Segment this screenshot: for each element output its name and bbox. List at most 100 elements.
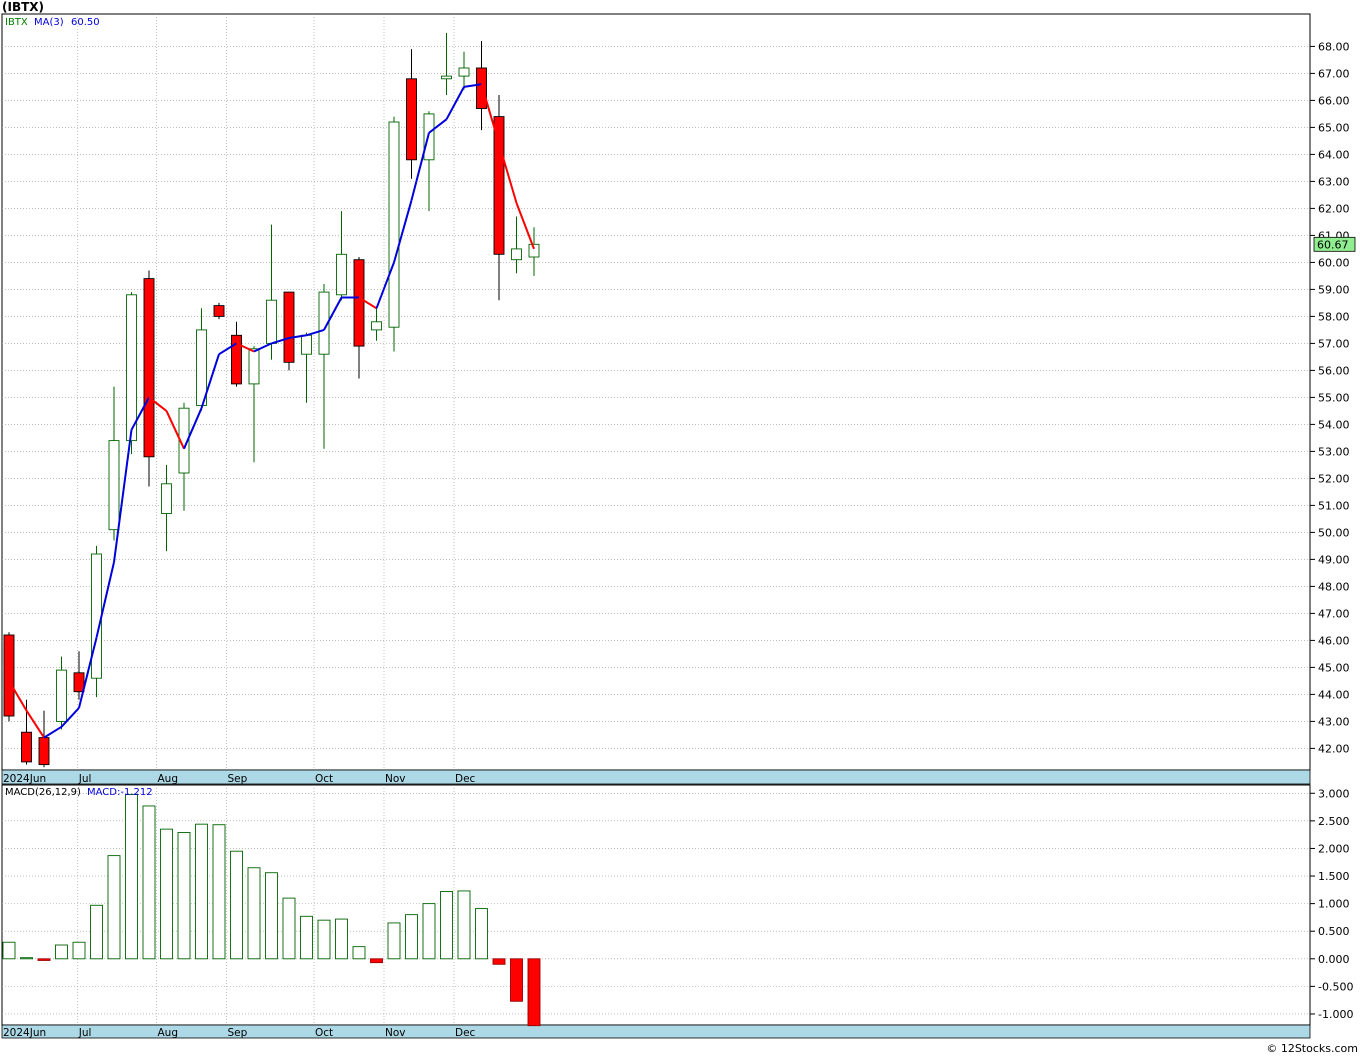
price-tick-label: 57.00	[1318, 337, 1350, 350]
price-tick-label: 60.00	[1318, 256, 1350, 269]
price-tick-label: 68.00	[1318, 40, 1350, 53]
candle-down	[353, 259, 365, 347]
candle-up	[423, 113, 435, 161]
macd-bar-positive	[125, 793, 138, 960]
macd-month-label: Sep	[228, 1027, 248, 1039]
candle-up	[458, 67, 470, 77]
price-tick-label: 56.00	[1318, 364, 1350, 377]
copyright-credit: © 12Stocks.com	[1266, 1042, 1358, 1055]
price-month-label: 2024Jun	[3, 773, 46, 785]
macd-bar-positive	[405, 914, 418, 960]
price-month-label: Dec	[455, 773, 476, 785]
macd-bar-positive	[177, 831, 191, 960]
candle-down	[3, 634, 15, 717]
macd-tick-label: 3.000	[1318, 787, 1350, 800]
candle-up	[248, 348, 260, 385]
candle-down	[143, 278, 155, 458]
candle-up	[266, 299, 277, 344]
price-tick-label: 47.00	[1318, 607, 1350, 620]
macd-tick-label: 2.000	[1318, 842, 1350, 855]
macd-date-axis	[1, 1024, 1311, 1039]
price-month-label: Oct	[315, 773, 333, 785]
macd-tick-label: 1.000	[1318, 898, 1350, 911]
macd-month-label: Nov	[385, 1027, 406, 1039]
macd-tick-label: 0.500	[1318, 925, 1350, 938]
last-price-value: 60.67	[1317, 238, 1349, 251]
candle-up	[56, 669, 67, 722]
candle-up	[91, 553, 102, 679]
price-tick-label: 51.00	[1318, 499, 1350, 512]
macd-bar-positive	[247, 867, 261, 960]
candle-up	[126, 294, 137, 442]
price-tick-label: 42.00	[1318, 742, 1350, 755]
price-tick-label: 67.00	[1318, 67, 1350, 80]
macd-bar-positive	[422, 903, 436, 960]
price-tick-label: 54.00	[1318, 418, 1350, 431]
price-month-label: Sep	[228, 773, 248, 785]
candle-up	[161, 483, 172, 514]
price-date-axis	[1, 769, 1311, 785]
candle-down	[406, 78, 417, 161]
price-symbol-label: IBTX	[5, 17, 28, 28]
macd-bar-positive	[195, 823, 208, 960]
macd-bar-negative	[510, 958, 523, 1002]
price-tick-label: 63.00	[1318, 175, 1350, 188]
macd-month-label: Jul	[78, 1027, 92, 1039]
macd-bar-positive	[317, 919, 331, 960]
macd-bar-positive	[265, 872, 278, 960]
candle-up	[511, 248, 522, 261]
price-tick-label: 49.00	[1318, 553, 1350, 566]
macd-bar-positive	[387, 922, 401, 960]
candle-up	[108, 440, 120, 531]
macd-bar-positive	[20, 957, 33, 960]
candle-down	[283, 291, 295, 363]
price-tick-label: 45.00	[1318, 661, 1350, 674]
candle-down	[21, 731, 32, 763]
price-tick-label: 52.00	[1318, 472, 1350, 485]
ma-label: MA(3)	[34, 17, 64, 28]
candle-up	[336, 253, 347, 296]
price-tick-label: 62.00	[1318, 202, 1350, 215]
macd-bar-negative	[492, 958, 506, 965]
macd-bar-positive	[300, 915, 313, 960]
candle-down	[38, 737, 50, 766]
macd-bar-positive	[160, 828, 173, 960]
candle-down	[213, 305, 225, 317]
ma-value: 60.50	[71, 17, 100, 28]
macd-bar-positive	[352, 946, 366, 960]
macd-value: MACD:-1.212	[87, 787, 153, 798]
macd-bar-positive	[282, 897, 296, 960]
macd-bar-positive	[457, 890, 471, 960]
macd-month-label: Dec	[455, 1027, 476, 1039]
candle-down	[476, 67, 487, 109]
macd-month-label: 2024Jun	[3, 1027, 46, 1039]
macd-tick-label: 1.500	[1318, 870, 1350, 883]
price-month-label: Nov	[385, 773, 406, 785]
macd-bar-positive	[335, 918, 348, 960]
price-tick-label: 64.00	[1318, 148, 1350, 161]
macd-bar-positive	[212, 824, 226, 960]
macd-bar-positive	[230, 850, 243, 960]
price-tick-label: 53.00	[1318, 445, 1350, 458]
macd-tick-label: 0.000	[1318, 953, 1350, 966]
price-month-label: Aug	[158, 773, 179, 785]
candle-down	[73, 672, 85, 693]
price-tick-label: 50.00	[1318, 526, 1350, 539]
macd-tick-label: -1.000	[1318, 1008, 1353, 1021]
macd-bar-positive	[440, 891, 453, 960]
macd-month-label: Aug	[158, 1027, 179, 1039]
price-tick-label: 46.00	[1318, 634, 1350, 647]
price-tick-label: 65.00	[1318, 121, 1350, 134]
macd-tick-label: 2.500	[1318, 815, 1350, 828]
price-tick-label: 55.00	[1318, 391, 1350, 404]
macd-tick-label: -0.500	[1318, 980, 1353, 993]
macd-bar-positive	[107, 855, 121, 960]
candle-up	[301, 334, 312, 355]
chart-window: (IBTX) 42.00 43.00 44.00 45.00 46.00 47.00 48.…	[0, 0, 1360, 1056]
macd-month-label: Oct	[315, 1027, 333, 1039]
price-tick-label: 59.00	[1318, 283, 1350, 296]
macd-bar-positive	[2, 941, 16, 960]
price-tick-label: 48.00	[1318, 580, 1350, 593]
macd-bar-positive	[90, 904, 103, 960]
price-month-label: Jul	[78, 773, 92, 785]
